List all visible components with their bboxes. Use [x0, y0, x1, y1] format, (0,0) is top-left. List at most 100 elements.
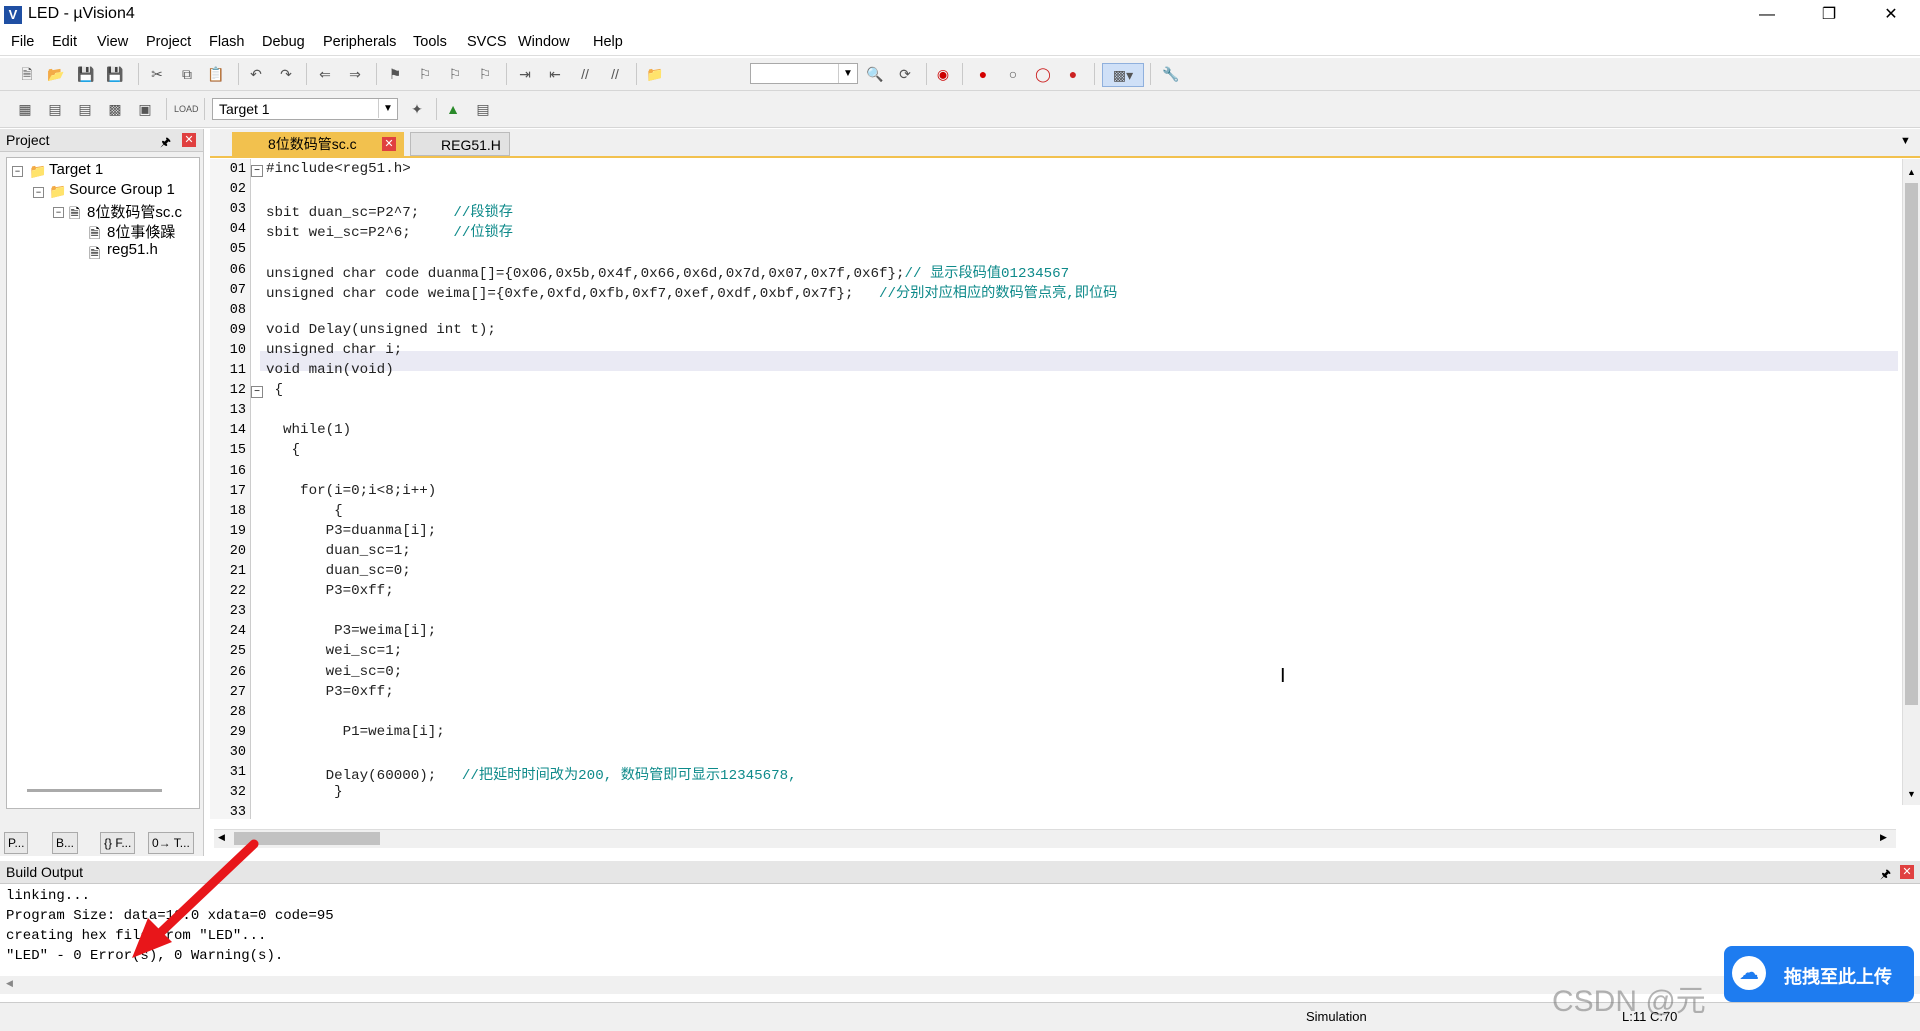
code-line[interactable]: while(1): [266, 422, 351, 438]
code-line[interactable]: P3=0xff;: [266, 684, 394, 700]
collapse-icon[interactable]: −: [33, 187, 44, 198]
tab-functions[interactable]: {} F...: [100, 832, 136, 854]
nav-back-icon[interactable]: ⇐: [314, 63, 336, 85]
code-line[interactable]: Delay(60000); //把延时时间改为200, 数码管即可显示12345…: [266, 764, 797, 784]
editor-horizontal-scrollbar[interactable]: ◀ ▶: [214, 829, 1896, 848]
bookmark-icon[interactable]: ⚑: [384, 63, 406, 85]
menu-view[interactable]: View: [97, 34, 128, 50]
menu-help[interactable]: Help: [593, 34, 623, 50]
save-all-icon[interactable]: 💾: [104, 63, 126, 85]
code-line[interactable]: wei_sc=0;: [266, 664, 403, 680]
scroll-right-icon[interactable]: ▶: [1880, 832, 1887, 843]
rebuild-icon[interactable]: ▤: [74, 98, 96, 120]
fold-collapse-icon[interactable]: −: [251, 386, 263, 399]
tab-project[interactable]: P...: [4, 832, 29, 854]
tab-reg51[interactable]: REG51.H: [410, 132, 510, 156]
configure-icon[interactable]: 🔧: [1160, 63, 1182, 85]
download-icon[interactable]: LOAD: [174, 98, 199, 120]
disable-all-breakpoints-icon[interactable]: ◯: [1032, 63, 1054, 85]
close-panel-icon[interactable]: ✕: [182, 133, 196, 147]
scroll-up-icon[interactable]: ▲: [1907, 167, 1916, 177]
clear-bookmarks-icon[interactable]: ⚐: [474, 63, 496, 85]
code-line[interactable]: sbit duan_sc=P2^7; //段锁存: [266, 201, 513, 221]
indent-icon[interactable]: ⇥: [514, 63, 536, 85]
open-file-icon[interactable]: 📂: [45, 63, 67, 85]
code-line[interactable]: }: [266, 784, 343, 800]
collapse-icon[interactable]: −: [53, 207, 64, 218]
find-in-files-icon[interactable]: 📁: [644, 63, 666, 85]
save-icon[interactable]: 💾: [75, 63, 97, 85]
manage-components-icon[interactable]: ▲: [442, 98, 464, 120]
manage-books-icon[interactable]: ▤: [472, 98, 494, 120]
tree-item-header-garbled[interactable]: 8位事倏躁: [107, 221, 175, 242]
code-line[interactable]: P3=weima[i];: [266, 623, 436, 639]
tab-c-file[interactable]: 8位数码管sc.c ✕: [232, 132, 404, 156]
translate-icon[interactable]: ▦: [14, 98, 36, 120]
scroll-down-icon[interactable]: ▼: [1907, 789, 1916, 799]
undo-icon[interactable]: ↶: [245, 63, 267, 85]
code-line[interactable]: {: [266, 442, 301, 458]
code-line[interactable]: void Delay(unsigned int t);: [266, 322, 496, 338]
code-area[interactable]: #include<reg51.h> sbit duan_sc=P2^7; //段锁…: [210, 159, 1900, 819]
code-line[interactable]: void main(void): [266, 362, 394, 378]
code-line[interactable]: for(i=0;i<8;i++): [266, 483, 436, 499]
restore-icon[interactable]: ❐: [1806, 0, 1852, 30]
close-tab-icon[interactable]: ✕: [382, 137, 396, 151]
code-line[interactable]: P3=duanma[i];: [266, 523, 437, 539]
batch-build-icon[interactable]: ▩: [104, 98, 126, 120]
scroll-left-icon[interactable]: ◀: [6, 978, 13, 989]
hscroll-thumb[interactable]: [234, 832, 380, 845]
menu-project[interactable]: Project: [146, 34, 191, 50]
code-line[interactable]: P1=weima[i];: [266, 724, 445, 740]
redo-icon[interactable]: ↷: [275, 63, 297, 85]
code-line[interactable]: unsigned char code weima[]={0xfe,0xfd,0x…: [266, 282, 1117, 302]
cut-icon[interactable]: ✂: [146, 63, 168, 85]
unindent-icon[interactable]: ⇤: [544, 63, 566, 85]
menu-peripherals[interactable]: Peripherals: [323, 34, 396, 50]
tree-hscroll-thumb[interactable]: [27, 789, 162, 792]
collapse-icon[interactable]: −: [12, 166, 23, 177]
code-line[interactable]: unsigned char i;: [266, 342, 402, 358]
menu-tools[interactable]: Tools: [413, 34, 447, 50]
incremental-find-icon[interactable]: ⟳: [894, 63, 916, 85]
nav-forward-icon[interactable]: ⇒: [344, 63, 366, 85]
menu-window[interactable]: Window: [518, 34, 570, 50]
code-line[interactable]: {: [266, 382, 284, 398]
paste-icon[interactable]: 📋: [205, 63, 227, 85]
tab-list-chevron-down-icon[interactable]: ▼: [1900, 135, 1911, 147]
find-icon[interactable]: 🔍: [864, 63, 886, 85]
code-line[interactable]: wei_sc=1;: [266, 643, 403, 659]
target-options-icon[interactable]: ✦: [406, 98, 428, 120]
scroll-left-icon[interactable]: ◀: [218, 832, 225, 843]
stop-build-icon[interactable]: ▣: [134, 98, 156, 120]
vscroll-thumb[interactable]: [1905, 183, 1918, 705]
code-line[interactable]: unsigned char code duanma[]={0x06,0x5b,0…: [266, 262, 1069, 282]
disable-breakpoint-icon[interactable]: ○: [1002, 63, 1024, 85]
menu-edit[interactable]: Edit: [52, 34, 77, 50]
comment-icon[interactable]: //: [574, 63, 596, 85]
editor-vertical-scrollbar[interactable]: ▲ ▼: [1902, 159, 1920, 805]
menu-file[interactable]: File: [11, 34, 34, 50]
window-layout-icon[interactable]: ▩▾: [1102, 63, 1144, 87]
code-line[interactable]: sbit wei_sc=P2^6; //位锁存: [266, 221, 513, 241]
upload-drop-widget[interactable]: ☁ 拖拽至此上传: [1724, 946, 1914, 1002]
build-icon[interactable]: ▤: [44, 98, 66, 120]
code-line[interactable]: P3=0xff;: [266, 583, 394, 599]
find-combo[interactable]: ▼: [750, 63, 858, 84]
fold-collapse-icon[interactable]: −: [251, 165, 263, 177]
copy-icon[interactable]: ⧉: [176, 63, 198, 85]
uncomment-icon[interactable]: //: [604, 63, 626, 85]
tree-item-reg51[interactable]: reg51.h: [107, 241, 158, 258]
next-bookmark-icon[interactable]: ⚐: [444, 63, 466, 85]
close-panel-icon[interactable]: ✕: [1900, 865, 1914, 879]
minimize-icon[interactable]: —: [1744, 0, 1790, 30]
pin-icon[interactable]: 🖈: [160, 133, 171, 154]
tree-item-target[interactable]: Target 1: [49, 161, 103, 178]
tree-item-c-file[interactable]: 8位数码管sc.c: [87, 201, 199, 222]
code-line[interactable]: duan_sc=1;: [266, 543, 411, 559]
code-line[interactable]: duan_sc=0;: [266, 563, 411, 579]
menu-debug[interactable]: Debug: [262, 34, 305, 50]
code-line[interactable]: {: [266, 503, 343, 519]
menu-flash[interactable]: Flash: [209, 34, 244, 50]
target-select[interactable]: Target 1 ▼: [212, 98, 398, 120]
